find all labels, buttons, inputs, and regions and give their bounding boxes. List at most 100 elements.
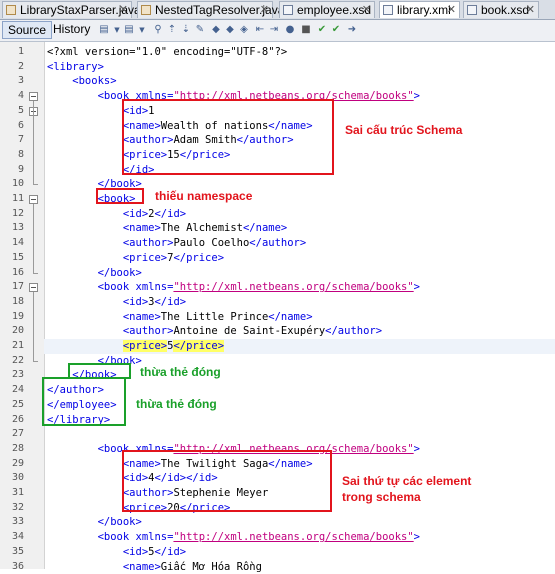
code-token: xmlns= bbox=[136, 281, 174, 293]
last-edit-icon[interactable]: ▤ bbox=[98, 24, 110, 36]
code-line[interactable]: <price>5</price> bbox=[44, 339, 555, 354]
fold-toggle-icon[interactable] bbox=[29, 283, 38, 292]
code-token: <books> bbox=[47, 75, 117, 87]
line-number: 29 bbox=[0, 457, 24, 472]
line-number: 21 bbox=[0, 339, 24, 354]
code-line[interactable]: <name>The Little Prince</name> bbox=[47, 310, 313, 325]
code-token: "http://xml.netbeans.org/schema/books" bbox=[173, 531, 413, 543]
java-file-icon bbox=[141, 5, 151, 15]
code-token: Paulo Coelho bbox=[173, 237, 249, 249]
code-token: </book> bbox=[47, 516, 142, 528]
java-file-icon bbox=[6, 5, 16, 15]
line-number: 14 bbox=[0, 236, 24, 251]
close-icon[interactable]: ✕ bbox=[260, 2, 269, 18]
close-icon[interactable]: ✕ bbox=[447, 2, 456, 18]
code-token: </author> bbox=[249, 237, 306, 249]
code-token: <library> bbox=[47, 61, 104, 73]
line-number: 1 bbox=[0, 45, 24, 60]
code-line[interactable]: <author>Antoine de Saint-Exupéry</author… bbox=[47, 324, 382, 339]
code-line[interactable]: <id>2</id> bbox=[47, 207, 186, 222]
missing-namespace-box bbox=[96, 188, 144, 204]
close-icon[interactable]: ✕ bbox=[119, 2, 128, 18]
code-line[interactable]: <id>5</id> bbox=[47, 545, 186, 560]
code-line[interactable]: <id>3</id> bbox=[47, 295, 186, 310]
line-number: 24 bbox=[0, 383, 24, 398]
stop-macro-icon[interactable]: ■ bbox=[300, 24, 312, 36]
prev-bookmark-icon[interactable]: ◆ bbox=[210, 24, 222, 36]
toggle-highlight-icon[interactable]: ✎ bbox=[194, 24, 206, 36]
code-line[interactable]: <name>Giấc Mơ Hóa Rồng bbox=[47, 560, 262, 574]
code-token: > bbox=[414, 443, 420, 455]
code-line[interactable]: <book xmlns="http://xml.netbeans.org/sch… bbox=[47, 530, 420, 545]
order-error-note-1: Sai thứ tự các element bbox=[342, 473, 471, 489]
fold-end bbox=[33, 184, 38, 185]
history-button[interactable]: History bbox=[48, 21, 95, 39]
code-token: <id> bbox=[47, 208, 148, 220]
fold-guide bbox=[33, 204, 34, 273]
code-token: "http://xml.netbeans.org/schema/books" bbox=[173, 281, 413, 293]
order-error-box bbox=[122, 450, 332, 512]
line-number: 30 bbox=[0, 471, 24, 486]
code-token: <name> bbox=[47, 222, 161, 234]
fold-toggle-icon[interactable] bbox=[29, 92, 38, 101]
line-number: 12 bbox=[0, 207, 24, 222]
close-icon[interactable]: ✕ bbox=[526, 2, 535, 18]
record-macro-icon[interactable]: ● bbox=[284, 24, 296, 36]
back-icon[interactable]: ▤ bbox=[123, 24, 135, 36]
toggle-bookmark-icon[interactable]: ◈ bbox=[238, 24, 250, 36]
line-number: 11 bbox=[0, 192, 24, 207]
line-number: 31 bbox=[0, 486, 24, 501]
code-line[interactable]: <author>Paulo Coelho</author> bbox=[47, 236, 306, 251]
close-icon[interactable]: ✕ bbox=[362, 2, 371, 18]
xsl-transform-icon[interactable]: ➜ bbox=[346, 24, 358, 36]
editor-tab-bar: LibraryStaxParser.java ✕ NestedTagResolv… bbox=[0, 0, 555, 20]
code-token: xmlns= bbox=[136, 531, 174, 543]
fold-toggle-icon[interactable] bbox=[29, 195, 38, 204]
line-number: 4 bbox=[0, 89, 24, 104]
line-number: 34 bbox=[0, 530, 24, 545]
xml-file-icon bbox=[383, 5, 393, 15]
code-line[interactable]: <price>7</price> bbox=[47, 251, 224, 266]
code-token: <name> bbox=[47, 561, 161, 573]
xsd-file-icon bbox=[283, 5, 293, 15]
code-line[interactable]: <name>The Alchemist</name> bbox=[47, 221, 287, 236]
shift-left-icon[interactable]: ⇤ bbox=[254, 24, 266, 36]
line-number: 20 bbox=[0, 324, 24, 339]
next-bookmark-icon[interactable]: ◆ bbox=[224, 24, 236, 36]
code-line[interactable]: <books> bbox=[47, 74, 117, 89]
tab-library-stax-parser[interactable]: LibraryStaxParser.java ✕ bbox=[2, 1, 132, 18]
tab-book-xsd[interactable]: book.xsd ✕ bbox=[463, 1, 539, 18]
line-number: 25 bbox=[0, 398, 24, 413]
line-number: 10 bbox=[0, 177, 24, 192]
shift-right-icon[interactable]: ⇥ bbox=[268, 24, 280, 36]
tab-library-xml[interactable]: library.xml ✕ bbox=[379, 1, 460, 18]
tab-nested-tag-resolver[interactable]: NestedTagResolver.java ✕ bbox=[137, 1, 273, 18]
dropdown-arrow-icon[interactable]: ▼ bbox=[111, 24, 123, 36]
source-button[interactable]: Source bbox=[2, 21, 52, 39]
code-token: <book bbox=[47, 281, 136, 293]
code-line[interactable]: <?xml version="1.0" encoding="UTF-8"?> bbox=[47, 45, 287, 60]
line-number: 3 bbox=[0, 74, 24, 89]
find-icon[interactable]: ⚲ bbox=[152, 24, 164, 36]
code-line[interactable]: <book xmlns="http://xml.netbeans.org/sch… bbox=[47, 280, 420, 295]
code-line[interactable]: </book> bbox=[47, 515, 142, 530]
schema-error-box bbox=[122, 99, 334, 175]
code-line[interactable]: <library> bbox=[47, 60, 104, 75]
line-number: 15 bbox=[0, 251, 24, 266]
code-line[interactable]: </book> bbox=[47, 266, 142, 281]
line-number: 36 bbox=[0, 560, 24, 574]
line-number: 17 bbox=[0, 280, 24, 295]
line-number: 35 bbox=[0, 545, 24, 560]
find-next-icon[interactable]: ⇣ bbox=[180, 24, 192, 36]
code-token: <price> bbox=[123, 340, 167, 352]
check-xml-icon[interactable]: ✔ bbox=[316, 24, 328, 36]
line-number: 7 bbox=[0, 133, 24, 148]
line-number: 8 bbox=[0, 148, 24, 163]
code-token bbox=[47, 340, 123, 352]
code-token: <book bbox=[47, 531, 136, 543]
find-previous-icon[interactable]: ⇡ bbox=[166, 24, 178, 36]
fold-end bbox=[33, 273, 38, 274]
validate-xml-icon[interactable]: ✔ bbox=[330, 24, 342, 36]
dropdown-arrow-icon[interactable]: ▼ bbox=[136, 24, 148, 36]
tab-employee-xsd[interactable]: employee.xsd ✕ bbox=[279, 1, 375, 18]
